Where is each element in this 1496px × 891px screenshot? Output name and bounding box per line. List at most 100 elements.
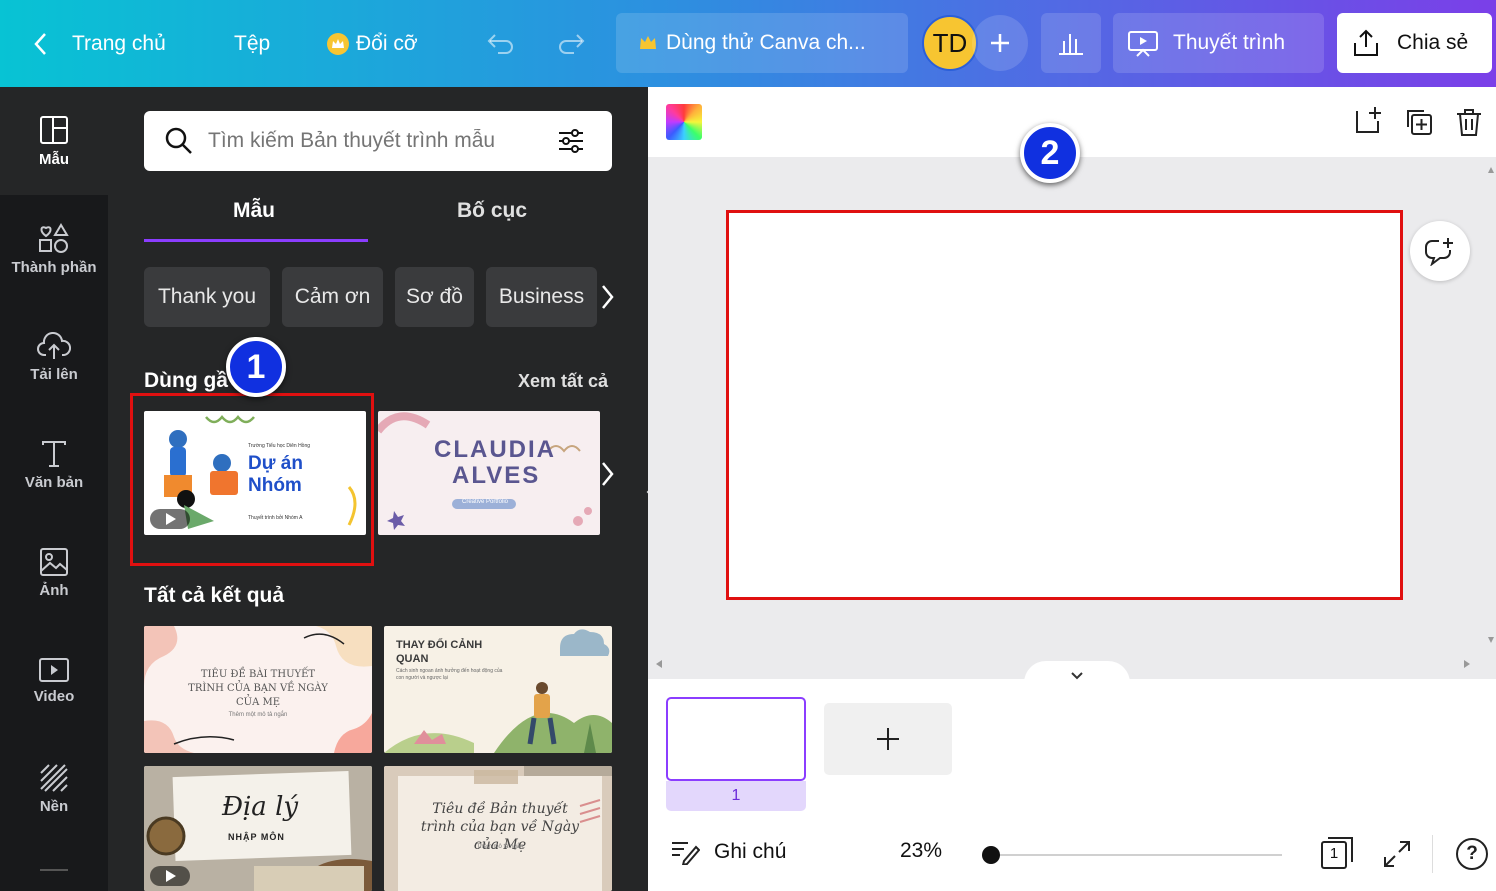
result-sub: Cách sinh ngoan ảnh hưởng đến hoạt động …	[396, 668, 503, 681]
page-number-label: 1	[666, 781, 806, 811]
avatar[interactable]: TD	[922, 15, 978, 71]
zoom-slider-handle[interactable]	[982, 846, 1000, 864]
template-panel: Mẫu Bố cục Thank you Cảm ơn Sơ đồ Busine…	[108, 87, 666, 891]
avatar-initials: TD	[932, 27, 968, 58]
active-tab-indicator	[144, 239, 368, 242]
page-thumbnail[interactable]	[666, 697, 806, 781]
rail-label: Nền	[39, 798, 69, 815]
search-icon	[165, 127, 192, 154]
add-page-icon[interactable]	[1354, 105, 1384, 135]
add-comment-button[interactable]	[1410, 221, 1470, 281]
home-button[interactable]: Trang chủ	[30, 0, 166, 87]
filter-sliders-icon[interactable]	[556, 126, 586, 156]
top-bar: Trang chủ Tệp Đổi cỡ Dùng thử Canva ch..…	[0, 0, 1496, 87]
trial-button[interactable]: Dùng thử Canva ch...	[616, 13, 908, 73]
share-button[interactable]: Chia sẻ	[1337, 13, 1492, 73]
home-label: Trang chủ	[72, 31, 166, 55]
rail-item-elements[interactable]: Thành phần	[0, 195, 108, 303]
rail-label: Thành phần	[11, 259, 97, 276]
present-label: Thuyết trình	[1173, 31, 1286, 54]
insights-button[interactable]	[1041, 13, 1101, 73]
recent-section-title: Dùng gầ	[144, 369, 228, 392]
canvas-area: 2 1 Ghi chú 23% 1 ?	[648, 87, 1496, 891]
page-count-button[interactable]: 1	[1320, 836, 1354, 870]
result-sub: Thêm một mô tả ngắn	[228, 712, 288, 718]
chevron-right-icon[interactable]	[600, 461, 616, 487]
annotation-highlight-1	[130, 393, 374, 566]
editor-footer: 1 Ghi chú 23% 1 ?	[648, 661, 1496, 891]
recent-template-claudia-alves[interactable]: CLAUDIA ALVES Creative Portfolio	[378, 411, 600, 535]
chevron-down-icon	[1071, 672, 1083, 680]
annotation-badge-1: 1	[226, 337, 286, 397]
chevron-left-icon	[34, 32, 46, 55]
upload-cloud-icon	[37, 332, 71, 359]
notes-pencil-icon	[672, 842, 700, 865]
see-all-link[interactable]: Xem tất cả	[518, 371, 608, 392]
result-sub: NHẬP MÔN	[228, 832, 285, 842]
footer-divider	[1432, 835, 1433, 873]
rail-item-templates[interactable]: Mẫu	[0, 87, 108, 195]
scroll-arrows	[1488, 167, 1494, 643]
rail-label: Văn bản	[24, 474, 84, 491]
notes-label: Ghi chú	[714, 840, 787, 863]
chip-thank-you[interactable]: Thank you	[144, 267, 270, 327]
page-count: 1	[1329, 845, 1339, 862]
undo-button[interactable]	[486, 0, 516, 87]
zoom-slider-track[interactable]	[982, 854, 1282, 856]
text-icon	[42, 441, 66, 467]
chip-business[interactable]: Business	[486, 267, 597, 327]
elements-icon	[39, 223, 69, 253]
share-label: Chia sẻ	[1397, 31, 1469, 54]
redo-button[interactable]	[556, 0, 586, 87]
fullscreen-icon[interactable]	[1382, 839, 1412, 869]
result-template-mothers-day-vintage[interactable]: Tiêu đề Bản thuyết trình của bạn về Ngày…	[384, 766, 612, 891]
rail-item-uploads[interactable]: Tải lên	[0, 303, 108, 411]
result-text: THAY ĐỔI CẢNH QUAN	[396, 639, 483, 665]
rail-item-text[interactable]: Văn bản	[0, 411, 108, 519]
chip-cam-on[interactable]: Cảm ơn	[282, 267, 383, 327]
color-palette-icon[interactable]	[666, 104, 702, 140]
tile-title-line1: CLAUDIA	[434, 436, 556, 463]
result-template-geography[interactable]: Địa lý NHẬP MÔN	[144, 766, 372, 891]
help-button[interactable]: ?	[1456, 838, 1488, 870]
footer-toggle-handle[interactable]	[1024, 661, 1130, 683]
add-member-button[interactable]	[972, 15, 1028, 71]
chevron-right-icon[interactable]	[600, 284, 616, 310]
file-label: Tệp	[234, 31, 271, 55]
result-template-landscape[interactable]: THAY ĐỔI CẢNH QUAN Cách sinh ngoan ảnh h…	[384, 626, 612, 753]
chip-so-do[interactable]: Sơ đồ	[395, 267, 474, 327]
add-page-button[interactable]	[824, 703, 952, 775]
result-text: TIÊU ĐỀ BÀI THUYẾT TRÌNH CỦA BẠN VỀ NGÀY…	[188, 669, 328, 708]
vertical-scrollbar[interactable]	[1486, 161, 1496, 651]
rail-label: Ảnh	[39, 582, 69, 599]
background-icon	[40, 764, 68, 792]
video-icon	[39, 658, 69, 682]
result-template-mothers-day[interactable]: TIÊU ĐỀ BÀI THUYẾT TRÌNH CỦA BẠN VỀ NGÀY…	[144, 626, 372, 753]
comment-plus-icon	[1425, 238, 1453, 266]
search-input[interactable]	[208, 129, 548, 153]
rail-item-backgrounds[interactable]: Nền	[0, 735, 108, 843]
rail-label: Video	[33, 688, 75, 705]
image-icon	[40, 548, 68, 576]
plus-icon	[877, 728, 899, 750]
tab-layouts[interactable]: Bố cục	[457, 199, 527, 223]
tab-templates[interactable]: Mẫu	[233, 199, 275, 223]
file-menu-button[interactable]: Tệp	[234, 0, 270, 87]
plus-icon	[991, 34, 1009, 52]
rail-more-indicator	[40, 869, 68, 887]
search-box[interactable]	[144, 111, 612, 171]
tile-title-line2: ALVES	[452, 462, 541, 489]
present-button[interactable]: Thuyết trình	[1113, 13, 1324, 73]
share-upload-icon	[1354, 29, 1378, 56]
rail-item-photos[interactable]: Ảnh	[0, 519, 108, 627]
duplicate-page-icon[interactable]	[1404, 107, 1434, 137]
trash-icon[interactable]	[1454, 107, 1484, 137]
rail-item-videos[interactable]: Video	[0, 627, 108, 735]
resize-button[interactable]: Đổi cỡ	[326, 0, 418, 87]
notes-button[interactable]: Ghi chú	[670, 839, 786, 865]
template-icon	[40, 116, 68, 144]
tile-subtitle: Creative Portfolio	[462, 499, 509, 505]
rail-label: Tải lên	[30, 366, 78, 383]
result-sub: Thêm mô tả ngắn	[476, 844, 524, 850]
bar-chart-icon	[1059, 34, 1083, 55]
